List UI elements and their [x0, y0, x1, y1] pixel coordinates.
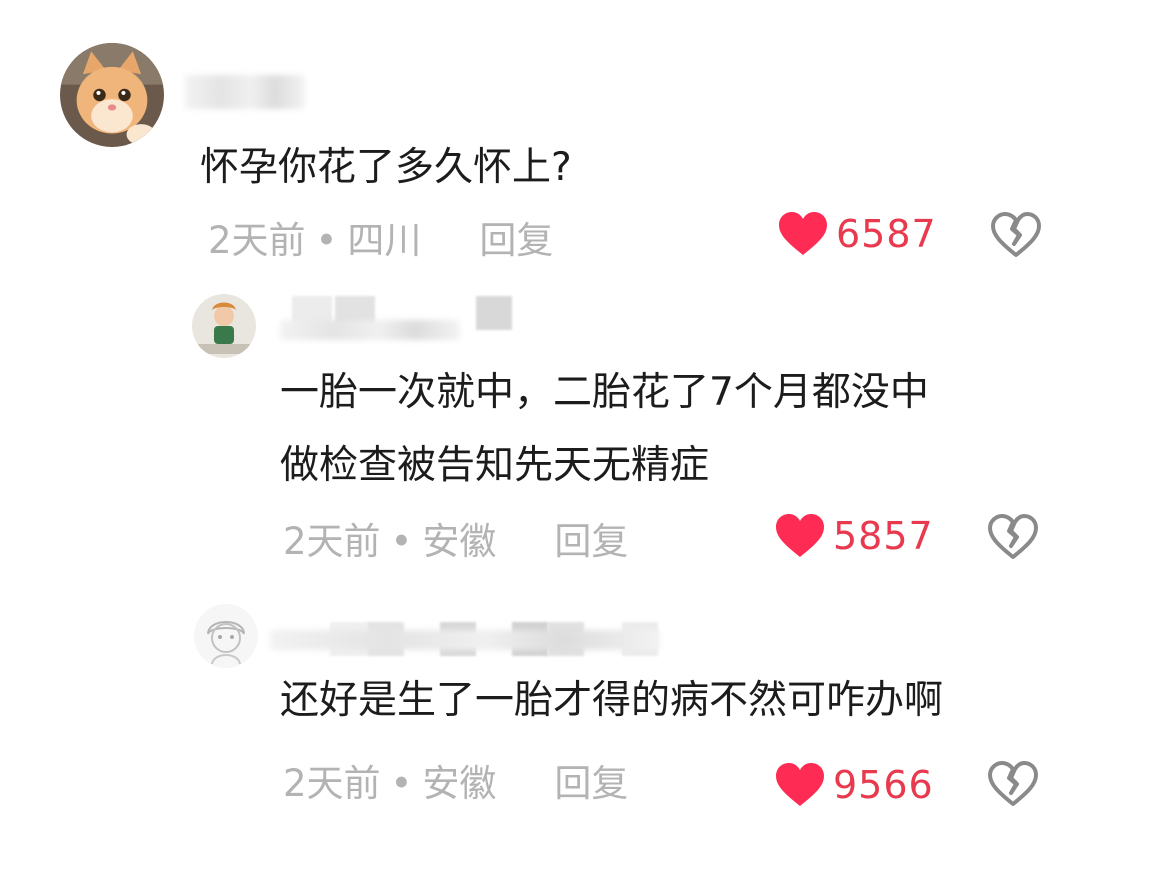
- like-button[interactable]: 9566: [775, 762, 934, 808]
- dislike-button[interactable]: [987, 760, 1039, 808]
- comment-text-line-1: 一胎一次就中，二胎花了7个月都没中: [280, 370, 929, 415]
- reply-button[interactable]: 回复: [554, 517, 628, 567]
- username-blur: [280, 320, 460, 340]
- comment-location: 安徽: [422, 762, 497, 805]
- avatar-reply-2[interactable]: [194, 604, 258, 668]
- comment-time: 2天前: [208, 219, 306, 262]
- heart-icon: [775, 513, 825, 559]
- avatar-cat[interactable]: [60, 43, 164, 147]
- username-redacted-3: [476, 296, 512, 330]
- dislike-button[interactable]: [987, 513, 1039, 561]
- like-count: 9566: [833, 763, 934, 807]
- person-avatar-image: [192, 294, 256, 358]
- like-button[interactable]: 6587: [778, 211, 937, 257]
- reply-button[interactable]: 回复: [554, 759, 628, 809]
- comment-location: 安徽: [422, 520, 497, 563]
- like-count: 5857: [833, 514, 934, 558]
- comment-meta: 2天前 • 安徽 回复: [283, 517, 628, 567]
- comment-text: 还好是生了一胎才得的病不然可咋办啊: [280, 678, 944, 723]
- dislike-button[interactable]: [990, 211, 1042, 259]
- heart-icon: [778, 211, 828, 257]
- meta-separator: •: [390, 762, 413, 805]
- sketch-avatar-image: [194, 604, 258, 668]
- broken-heart-icon: [991, 212, 1041, 257]
- comment-text-line-2: 做检查被告知先天无精症: [280, 443, 710, 488]
- comment-time: 2天前: [283, 520, 381, 563]
- meta-separator: •: [390, 520, 413, 563]
- meta-separator: •: [315, 219, 338, 262]
- comment-time: 2天前: [283, 762, 381, 805]
- comment-meta: 2天前 • 四川 回复: [208, 216, 553, 266]
- comment-meta: 2天前 • 安徽 回复: [283, 759, 628, 809]
- username-blur: [270, 630, 660, 650]
- username-redacted[interactable]: [185, 75, 305, 109]
- comment-text: 怀孕你花了多久怀上?: [200, 145, 572, 190]
- heart-icon: [775, 762, 825, 808]
- reply-button[interactable]: 回复: [479, 216, 553, 266]
- cat-avatar-image: [60, 43, 164, 147]
- like-button[interactable]: 5857: [775, 513, 934, 559]
- avatar-reply-1[interactable]: [192, 294, 256, 358]
- broken-heart-icon: [988, 761, 1038, 806]
- broken-heart-icon: [988, 514, 1038, 559]
- like-count: 6587: [836, 212, 937, 256]
- comment-location: 四川: [347, 219, 422, 262]
